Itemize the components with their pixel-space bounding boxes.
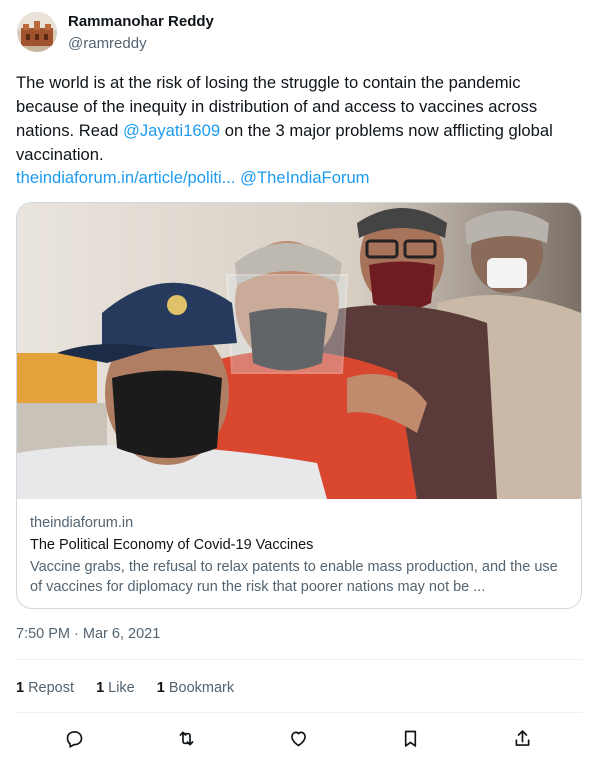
engagement-stats: 1 Repost 1 Like 1 Bookmark [16,680,252,696]
card-description: Vaccine grabs, the refusal to relax pate… [30,559,558,595]
share-button[interactable] [508,724,536,752]
likes-count: 1 [96,680,105,696]
like-icon [290,731,306,746]
divider [16,712,582,713]
timestamp[interactable]: 7:50 PM · Mar 6, 2021 [16,626,160,642]
card-title: The Political Economy of Covid-19 Vaccin… [30,537,314,553]
bookmarks-count: 1 [156,680,165,696]
tweet-text: The world is at the risk of losing the s… [16,71,584,167]
reply-button[interactable] [60,724,88,752]
tweet-links: theindiaforum.in/article/politi... @TheI… [16,166,370,190]
likes-label: Like [108,680,135,696]
reposts-label: Repost [28,680,75,696]
bookmark-icon [404,730,416,747]
share-icon [515,729,529,746]
repost-button[interactable] [172,724,200,752]
vaccination-photo [17,203,581,499]
reposts-count: 1 [16,680,25,696]
reposts-stat[interactable]: 1 Repost [16,680,74,696]
like-button[interactable] [284,724,312,752]
mention-link[interactable]: @Jayati1609 [123,121,220,140]
bookmark-button[interactable] [396,724,424,752]
card-domain: theindiaforum.in [30,515,134,531]
action-bar [0,724,598,752]
article-link[interactable]: theindiaforum.in/article/politi... [16,168,236,187]
bookmarks-label: Bookmark [168,680,235,696]
likes-stat[interactable]: 1 Like [96,680,135,696]
mention-link[interactable]: @TheIndiaForum [240,168,369,187]
author-name[interactable]: Rammanohar Reddy [68,13,214,30]
fort-photo-avatar-icon [17,12,57,52]
repost-icon [179,731,193,745]
bookmarks-stat[interactable]: 1 Bookmark [157,680,234,696]
link-preview-card[interactable]: theindiaforum.in The Political Economy o… [16,202,582,609]
avatar[interactable] [17,12,57,52]
reply-icon [66,730,82,748]
divider [16,659,582,660]
author-handle[interactable]: @ramreddy [68,35,147,52]
